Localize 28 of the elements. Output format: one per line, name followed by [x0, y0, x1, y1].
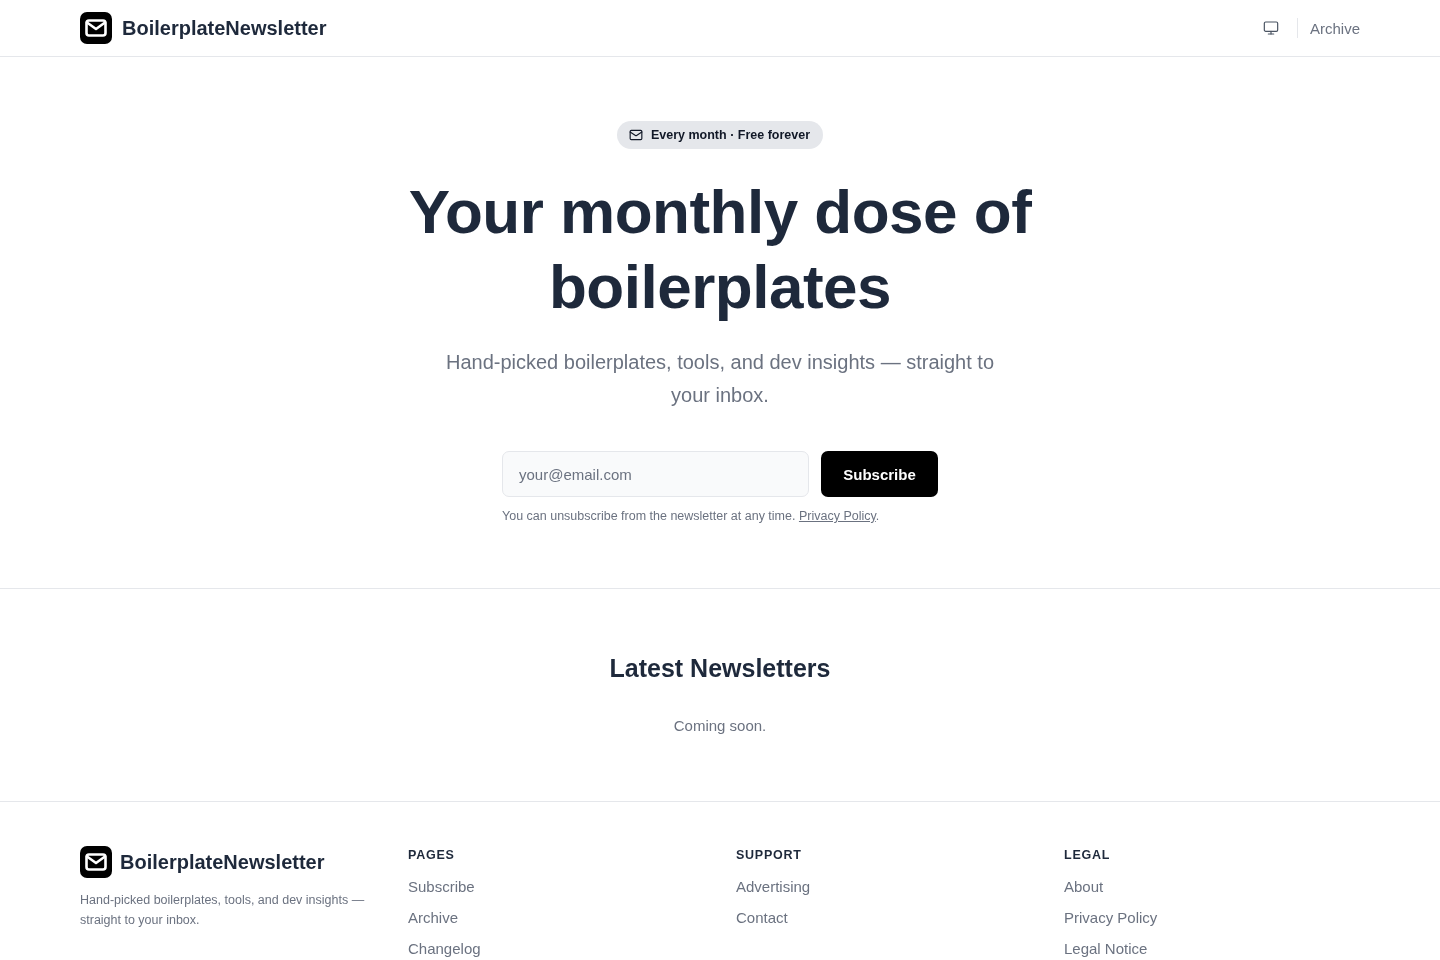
footer-column-heading: PAGES — [408, 847, 456, 863]
footer-tagline: Hand-picked boilerplates, tools, and dev insights — straight to your inbox. — [80, 892, 366, 929]
footer-link[interactable]: Contact — [736, 909, 788, 926]
footer-link[interactable]: Changelog — [408, 940, 481, 957]
footer-column-heading: LEGAL — [1064, 847, 1112, 863]
footer-link[interactable]: Legal Notice — [1064, 940, 1148, 957]
email-input[interactable]: your@email.com — [502, 451, 809, 497]
privacy-policy-link[interactable]: Privacy Policy — [798, 509, 876, 523]
footer-link[interactable]: Privacy Policy — [1064, 909, 1158, 926]
empty-state-text: Coming soon. — [673, 716, 767, 736]
footer-link[interactable]: Advertising — [736, 878, 811, 895]
footer-link[interactable]: Archive — [408, 909, 459, 926]
subscribe-button[interactable]: Subscribe — [821, 451, 938, 497]
monitor-icon — [1262, 20, 1279, 36]
brand-link[interactable]: BoilerplateNewsletter — [122, 16, 327, 40]
badge-text: Every month · Free forever — [650, 128, 811, 142]
envelope-logo-icon — [80, 12, 112, 44]
footer-column-heading: SUPPORT — [736, 847, 803, 863]
footer-brand-link[interactable]: BoilerplateNewsletter — [120, 850, 325, 874]
hero-subtitle: Hand-picked boilerplates, tools, and dev insights — straight to your inbox. — [444, 350, 996, 408]
nav-link[interactable]: Archive — [1309, 19, 1360, 37]
mail-icon — [628, 128, 643, 142]
envelope-logo-icon — [80, 846, 112, 878]
footer-link[interactable]: About — [1064, 878, 1104, 895]
footer-link[interactable]: Subscribe — [408, 878, 475, 895]
unsubscribe-note: You can unsubscribe from the newsletter at any time. Privacy Policy. — [502, 508, 881, 525]
hero-heading: Your monthly dose of boilerplates — [407, 176, 1033, 323]
section-heading: Latest Newsletters — [609, 653, 831, 684]
